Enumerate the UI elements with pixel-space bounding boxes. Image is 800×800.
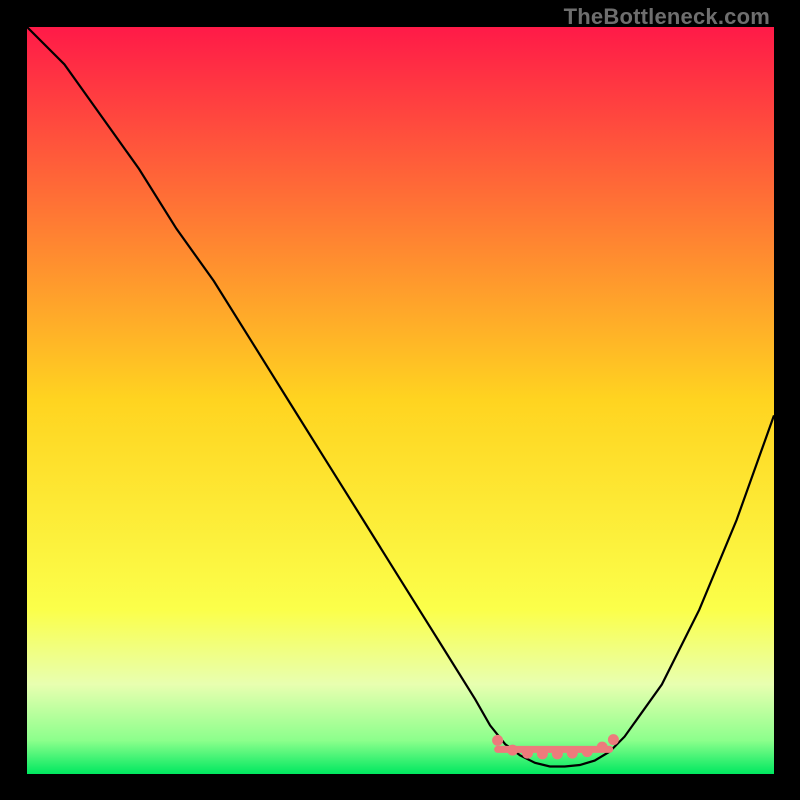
chart-plot-area — [27, 27, 774, 774]
optimum-marker — [522, 748, 533, 759]
optimum-marker — [537, 748, 548, 759]
chart-svg — [27, 27, 774, 774]
optimum-marker — [597, 742, 608, 753]
optimum-marker — [582, 746, 593, 757]
optimum-marker — [552, 748, 563, 759]
gradient-background — [27, 27, 774, 774]
optimum-marker — [492, 735, 503, 746]
optimum-marker — [608, 734, 619, 745]
optimum-marker — [507, 745, 518, 756]
optimum-marker — [567, 748, 578, 759]
